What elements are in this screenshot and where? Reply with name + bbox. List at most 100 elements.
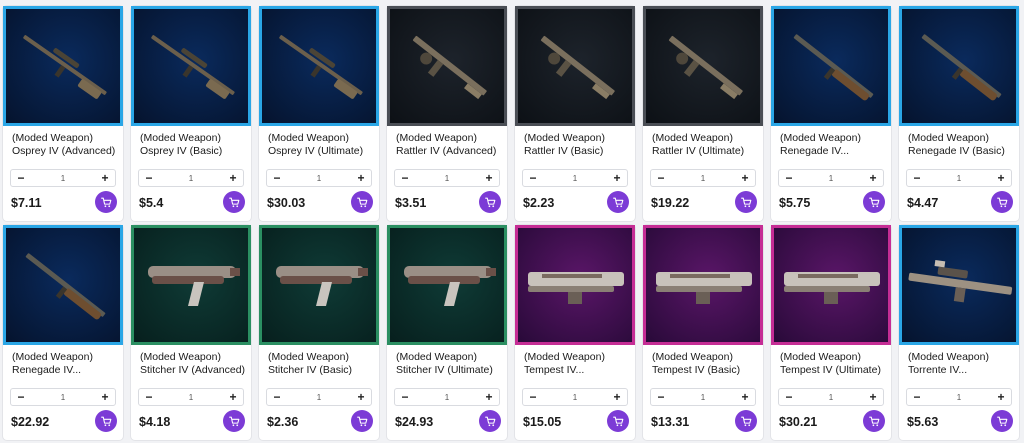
add-to-cart-button[interactable] bbox=[479, 191, 501, 213]
plus-icon[interactable]: + bbox=[95, 389, 115, 405]
quantity-value[interactable]: 1 bbox=[61, 393, 65, 402]
product-image[interactable] bbox=[515, 6, 635, 126]
product-card[interactable]: (Moded Weapon) Rattler IV (Basic) − 1 + $2.23 bbox=[515, 6, 635, 221]
product-title[interactable]: (Moded Weapon) Stitcher IV (Basic) bbox=[268, 351, 376, 377]
product-card[interactable]: (Moded Weapon) Osprey IV (Ultimate) − 1 + $30… bbox=[259, 6, 379, 221]
product-card[interactable]: (Moded Weapon) Osprey IV (Basic) − 1 + $5.4 bbox=[131, 6, 251, 221]
add-to-cart-button[interactable] bbox=[479, 410, 501, 432]
product-image[interactable] bbox=[899, 6, 1019, 126]
minus-icon[interactable]: − bbox=[779, 170, 799, 186]
product-card[interactable]: (Moded Weapon) Tempest IV (Basic) − 1 + $13.3… bbox=[643, 225, 763, 440]
add-to-cart-button[interactable] bbox=[863, 410, 885, 432]
product-card[interactable]: (Moded Weapon) Osprey IV (Advanced) − 1 + $7.… bbox=[3, 6, 123, 221]
plus-icon[interactable]: + bbox=[479, 389, 499, 405]
product-title[interactable]: (Moded Weapon) Tempest IV (Ultimate) bbox=[780, 351, 888, 377]
quantity-value[interactable]: 1 bbox=[189, 174, 193, 183]
product-title[interactable]: (Moded Weapon) Tempest IV... bbox=[524, 351, 632, 377]
minus-icon[interactable]: − bbox=[395, 389, 415, 405]
product-title[interactable]: (Moded Weapon) Rattler IV (Ultimate) bbox=[652, 132, 760, 158]
product-title[interactable]: (Moded Weapon) Rattler IV (Basic) bbox=[524, 132, 632, 158]
product-image[interactable] bbox=[899, 225, 1019, 345]
plus-icon[interactable]: + bbox=[223, 170, 243, 186]
quantity-value[interactable]: 1 bbox=[317, 174, 321, 183]
quantity-value[interactable]: 1 bbox=[189, 393, 193, 402]
product-card[interactable]: (Moded Weapon) Rattler IV (Advanced) − 1 + $3… bbox=[387, 6, 507, 221]
quantity-value[interactable]: 1 bbox=[317, 393, 321, 402]
product-image[interactable] bbox=[643, 225, 763, 345]
minus-icon[interactable]: − bbox=[523, 389, 543, 405]
product-card[interactable]: (Moded Weapon) Tempest IV (Ultimate) − 1 + $3… bbox=[771, 225, 891, 440]
quantity-value[interactable]: 1 bbox=[445, 393, 449, 402]
minus-icon[interactable]: − bbox=[139, 170, 159, 186]
minus-icon[interactable]: − bbox=[11, 170, 31, 186]
product-title[interactable]: (Moded Weapon) Osprey IV (Advanced) bbox=[12, 132, 120, 158]
add-to-cart-button[interactable] bbox=[863, 191, 885, 213]
product-card[interactable]: (Moded Weapon) Torrente IV... − 1 + $5.63 bbox=[899, 225, 1019, 440]
plus-icon[interactable]: + bbox=[351, 170, 371, 186]
add-to-cart-button[interactable] bbox=[991, 410, 1013, 432]
add-to-cart-button[interactable] bbox=[95, 191, 117, 213]
product-title[interactable]: (Moded Weapon) Osprey IV (Ultimate) bbox=[268, 132, 376, 158]
add-to-cart-button[interactable] bbox=[351, 410, 373, 432]
add-to-cart-button[interactable] bbox=[351, 191, 373, 213]
add-to-cart-button[interactable] bbox=[223, 191, 245, 213]
product-image[interactable] bbox=[131, 225, 251, 345]
minus-icon[interactable]: − bbox=[267, 170, 287, 186]
add-to-cart-button[interactable] bbox=[607, 191, 629, 213]
minus-icon[interactable]: − bbox=[139, 389, 159, 405]
quantity-value[interactable]: 1 bbox=[957, 174, 961, 183]
plus-icon[interactable]: + bbox=[863, 170, 883, 186]
minus-icon[interactable]: − bbox=[779, 389, 799, 405]
plus-icon[interactable]: + bbox=[991, 389, 1011, 405]
add-to-cart-button[interactable] bbox=[735, 410, 757, 432]
product-title[interactable]: (Moded Weapon) Stitcher IV (Advanced) bbox=[140, 351, 248, 377]
quantity-value[interactable]: 1 bbox=[573, 174, 577, 183]
product-title[interactable]: (Moded Weapon) Renegade IV... bbox=[780, 132, 888, 158]
quantity-value[interactable]: 1 bbox=[701, 393, 705, 402]
add-to-cart-button[interactable] bbox=[607, 410, 629, 432]
product-title[interactable]: (Moded Weapon) Stitcher IV (Ultimate) bbox=[396, 351, 504, 377]
product-title[interactable]: (Moded Weapon) Renegade IV... bbox=[12, 351, 120, 377]
product-card[interactable]: (Moded Weapon) Stitcher IV (Basic) − 1 + $2.3… bbox=[259, 225, 379, 440]
minus-icon[interactable]: − bbox=[395, 170, 415, 186]
product-card[interactable]: (Moded Weapon) Stitcher IV (Advanced) − 1 + $… bbox=[131, 225, 251, 440]
product-card[interactable]: (Moded Weapon) Renegade IV... − 1 + $22.92 bbox=[3, 225, 123, 440]
product-image[interactable] bbox=[259, 225, 379, 345]
product-image[interactable] bbox=[131, 6, 251, 126]
minus-icon[interactable]: − bbox=[907, 389, 927, 405]
quantity-value[interactable]: 1 bbox=[829, 393, 833, 402]
plus-icon[interactable]: + bbox=[95, 170, 115, 186]
product-card[interactable]: (Moded Weapon) Rattler IV (Ultimate) − 1 + $1… bbox=[643, 6, 763, 221]
product-image[interactable] bbox=[387, 6, 507, 126]
plus-icon[interactable]: + bbox=[223, 389, 243, 405]
product-image[interactable] bbox=[643, 6, 763, 126]
plus-icon[interactable]: + bbox=[863, 389, 883, 405]
minus-icon[interactable]: − bbox=[651, 389, 671, 405]
plus-icon[interactable]: + bbox=[735, 389, 755, 405]
minus-icon[interactable]: − bbox=[907, 170, 927, 186]
product-image[interactable] bbox=[3, 6, 123, 126]
add-to-cart-button[interactable] bbox=[735, 191, 757, 213]
product-title[interactable]: (Moded Weapon) Rattler IV (Advanced) bbox=[396, 132, 504, 158]
product-card[interactable]: (Moded Weapon) Stitcher IV (Ultimate) − 1 + $… bbox=[387, 225, 507, 440]
quantity-value[interactable]: 1 bbox=[957, 393, 961, 402]
product-image[interactable] bbox=[387, 225, 507, 345]
product-card[interactable]: (Moded Weapon) Tempest IV... − 1 + $15.05 bbox=[515, 225, 635, 440]
product-title[interactable]: (Moded Weapon) Osprey IV (Basic) bbox=[140, 132, 248, 158]
plus-icon[interactable]: + bbox=[351, 389, 371, 405]
product-card[interactable]: (Moded Weapon) Renegade IV... − 1 + $5.75 bbox=[771, 6, 891, 221]
quantity-value[interactable]: 1 bbox=[573, 393, 577, 402]
product-card[interactable]: (Moded Weapon) Renegade IV (Basic) − 1 + $4.4… bbox=[899, 6, 1019, 221]
minus-icon[interactable]: − bbox=[651, 170, 671, 186]
minus-icon[interactable]: − bbox=[523, 170, 543, 186]
product-image[interactable] bbox=[771, 225, 891, 345]
product-image[interactable] bbox=[3, 225, 123, 345]
add-to-cart-button[interactable] bbox=[991, 191, 1013, 213]
quantity-value[interactable]: 1 bbox=[829, 174, 833, 183]
product-image[interactable] bbox=[771, 6, 891, 126]
plus-icon[interactable]: + bbox=[607, 170, 627, 186]
product-title[interactable]: (Moded Weapon) Renegade IV (Basic) bbox=[908, 132, 1016, 158]
minus-icon[interactable]: − bbox=[11, 389, 31, 405]
quantity-value[interactable]: 1 bbox=[445, 174, 449, 183]
product-image[interactable] bbox=[515, 225, 635, 345]
